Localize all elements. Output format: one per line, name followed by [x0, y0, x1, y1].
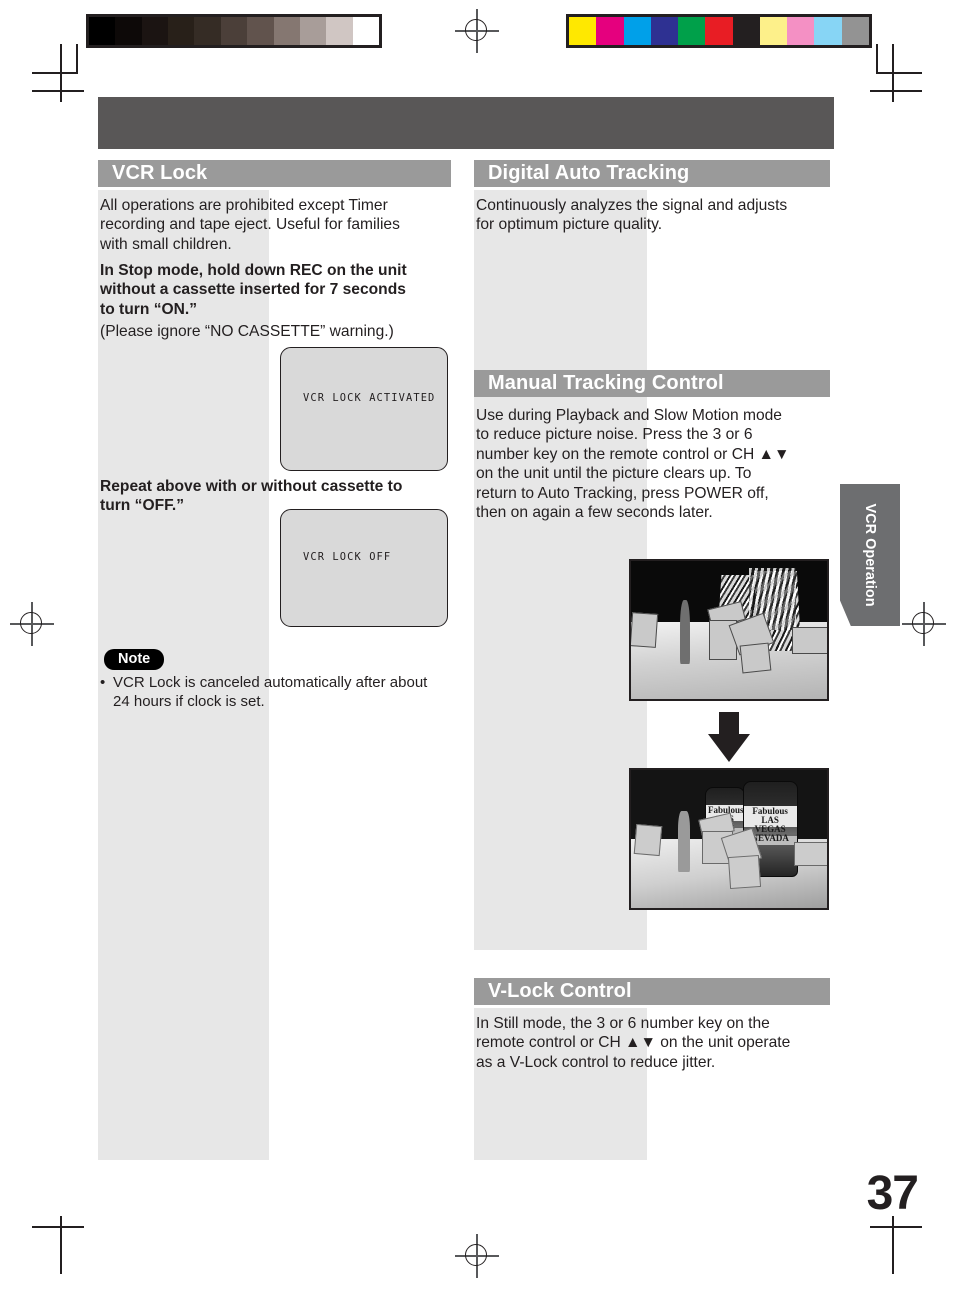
- section-heading-v-lock-control: V-Lock Control: [474, 978, 830, 1005]
- page-number: 37: [866, 1167, 919, 1220]
- color-swatch-3: [650, 17, 679, 45]
- color-swatch-7: [759, 17, 788, 45]
- grayscale-swatch-1: [115, 17, 142, 45]
- crop-mark-bottom-left: [32, 1216, 92, 1274]
- osd-text-vcr-lock-off: VCR LOCK OFF: [303, 551, 392, 563]
- registration-mark-left: [10, 602, 54, 646]
- figure-noisy-picture-content: [631, 561, 827, 699]
- manual-tracking-control-body-text: Use during Playback and Slow Motion mode…: [476, 407, 790, 522]
- grayscale-swatch-2: [141, 17, 169, 45]
- osd-screen-vcr-lock-activated: VCR LOCK ACTIVATED: [280, 347, 448, 471]
- section-heading-vcr-lock: VCR Lock: [98, 160, 451, 187]
- figure-clear-picture: Fabulous LAS VEG Fabulous LAS VEGAS NEVA…: [629, 768, 829, 910]
- grayscale-swatch-10: [352, 17, 379, 45]
- vcr-lock-intro-text: All operations are prohibited except Tim…: [100, 197, 400, 253]
- section-title-text: VCR Lock: [112, 162, 208, 184]
- grayscale-swatch-7: [273, 17, 300, 45]
- registration-mark-top: [455, 9, 499, 53]
- v-lock-control-body-text: In Still mode, the 3 or 6 number key on …: [476, 1015, 791, 1071]
- note-badge: Note: [104, 649, 165, 670]
- section-heading-manual-tracking-control: Manual Tracking Control: [474, 370, 830, 397]
- grayscale-swatch-3: [168, 17, 195, 45]
- crop-mark-top-left: [32, 44, 92, 102]
- digital-auto-tracking-body-text: Continuously analyzes the signal and adj…: [476, 197, 788, 234]
- side-index-tab-label: VCR Operation: [862, 503, 878, 607]
- note-badge-label: Note: [118, 651, 151, 667]
- grayscale-swatch-9: [326, 17, 353, 45]
- vcr-lock-bold-step-text: In Stop mode, hold down REC on the unit …: [100, 262, 407, 318]
- note-text: VCR Lock is canceled automatically after…: [113, 674, 428, 710]
- page-top-banner: [98, 97, 834, 149]
- grayscale-swatch-8: [299, 17, 327, 45]
- color-swatch-9: [814, 17, 842, 45]
- grayscale-swatch-6: [247, 17, 274, 45]
- section-title-text: Digital Auto Tracking: [488, 162, 690, 184]
- color-swatch-2: [623, 17, 651, 45]
- color-swatch-5: [705, 17, 733, 45]
- figure-noisy-picture: [629, 559, 829, 701]
- color-swatch-6: [732, 17, 760, 45]
- crop-mark-bottom-right: [862, 1216, 922, 1274]
- note-bullet-marker: •: [100, 674, 106, 691]
- grayscale-calibration-strip: [86, 14, 382, 48]
- section-heading-digital-auto-tracking: Digital Auto Tracking: [474, 160, 830, 187]
- grayscale-swatch-4: [194, 17, 221, 45]
- osd-text-vcr-lock-activated: VCR LOCK ACTIVATED: [303, 392, 436, 404]
- vcr-lock-parenthetical-text: (Please ignore “NO CASSETTE” warning.): [100, 323, 394, 340]
- grayscale-swatch-5: [220, 17, 248, 45]
- section-title-text: V-Lock Control: [488, 980, 632, 1002]
- right-column-block: [474, 190, 647, 950]
- section-title-text: Manual Tracking Control: [488, 372, 724, 394]
- osd-screen-vcr-lock-off: VCR LOCK OFF: [280, 509, 448, 627]
- registration-mark-right: [902, 602, 946, 646]
- figure-clear-picture-content: Fabulous LAS VEG Fabulous LAS VEGAS NEVA…: [631, 770, 827, 908]
- color-swatch-0: [569, 17, 597, 45]
- color-swatch-4: [678, 17, 706, 45]
- color-calibration-strip: [566, 14, 872, 48]
- color-swatch-10: [841, 17, 869, 45]
- color-swatch-8: [787, 17, 815, 45]
- side-index-tab-vcr-operation[interactable]: VCR Operation: [840, 484, 900, 626]
- crop-mark-top-right: [862, 44, 922, 102]
- color-swatch-1: [596, 17, 624, 45]
- grayscale-swatch-0: [89, 17, 116, 45]
- registration-mark-bottom: [455, 1234, 499, 1278]
